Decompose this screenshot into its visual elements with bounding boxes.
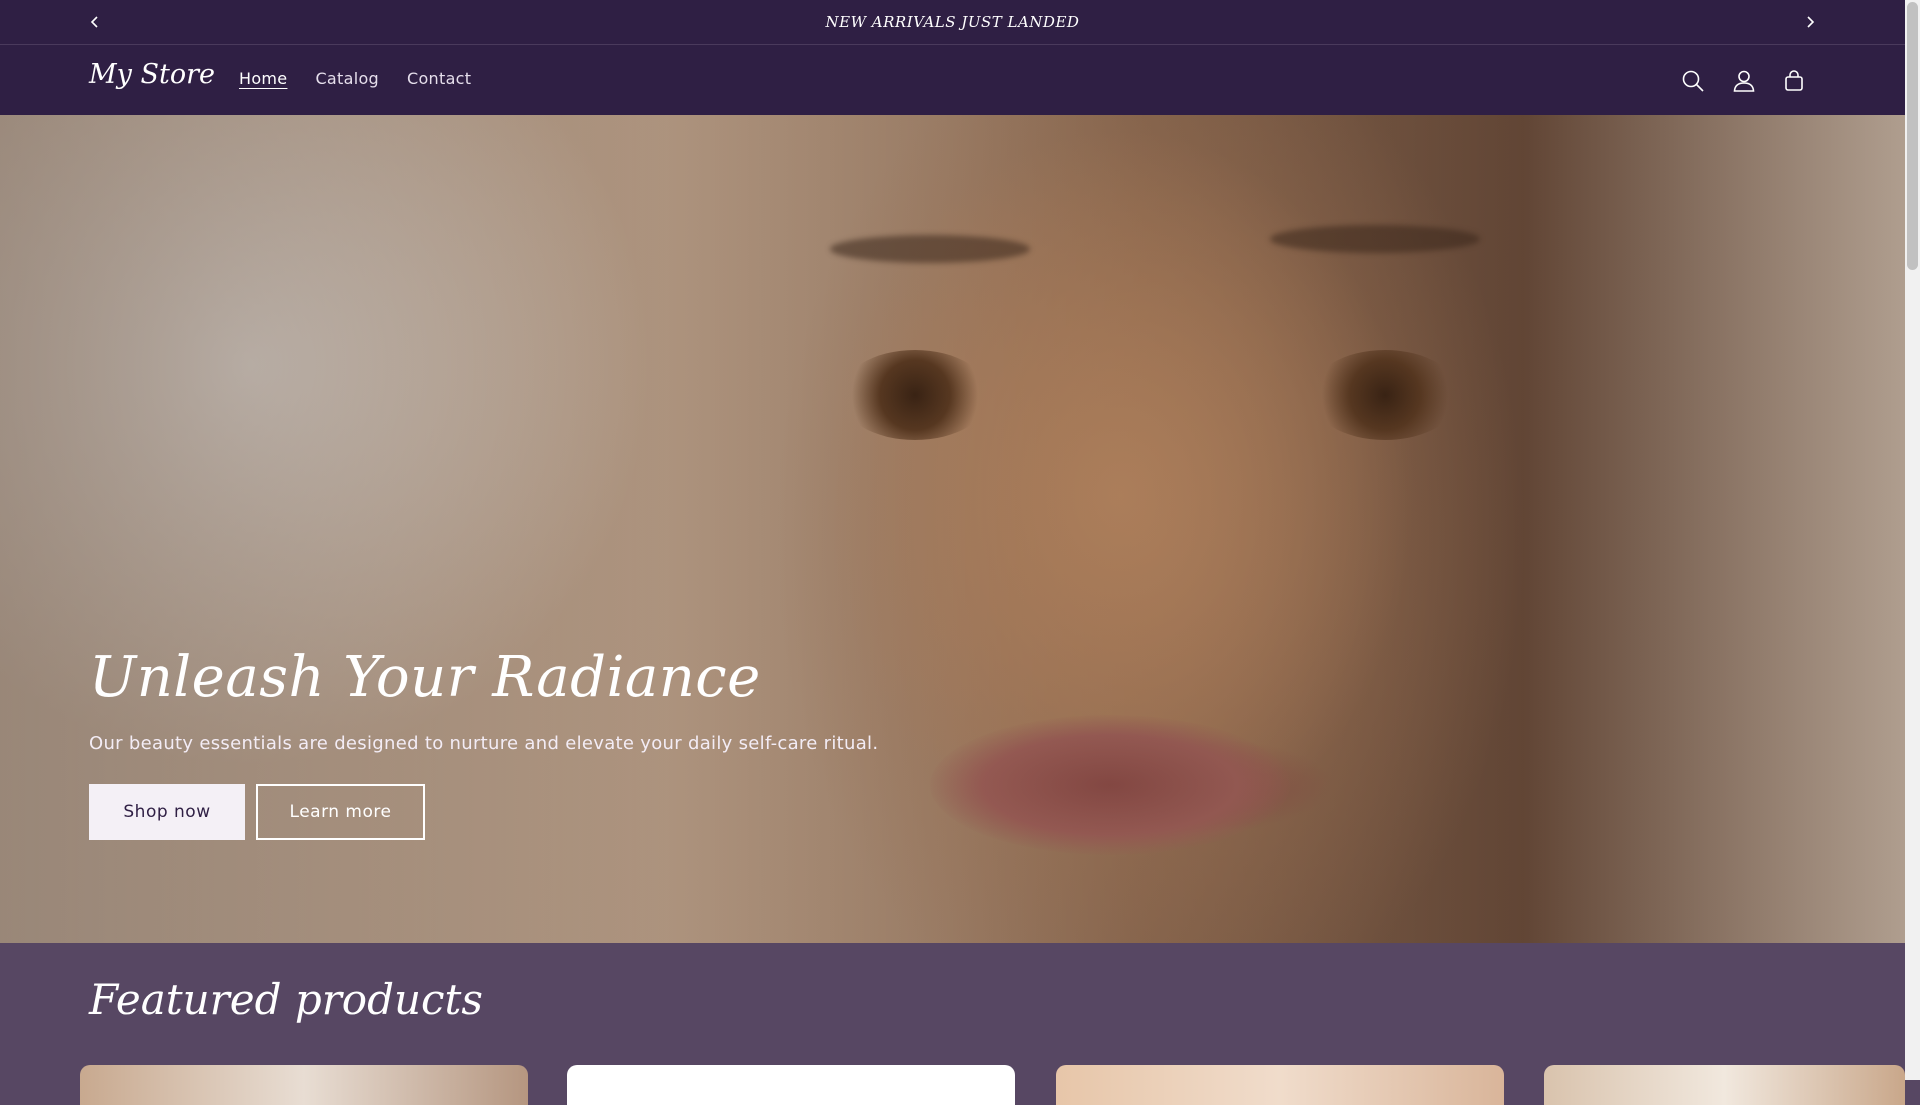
product-card[interactable]	[1056, 1065, 1504, 1105]
nav-catalog[interactable]: Catalog	[301, 69, 393, 88]
announcement-next-button[interactable]	[1798, 10, 1822, 34]
learn-more-button[interactable]: Learn more	[256, 784, 425, 840]
page-scrollbar[interactable]	[1905, 0, 1920, 1080]
nav-contact[interactable]: Contact	[393, 69, 485, 88]
chevron-left-icon	[90, 16, 98, 28]
chevron-right-icon	[1807, 16, 1815, 28]
shop-now-button[interactable]: Shop now	[89, 784, 245, 840]
product-card[interactable]	[1544, 1065, 1905, 1105]
cart-icon	[1785, 70, 1803, 91]
hero-title: Unleash Your Radiance	[89, 645, 761, 710]
product-card[interactable]	[567, 1065, 1015, 1105]
search-icon	[1682, 70, 1704, 92]
announcement-text: NEW ARRIVALS JUST LANDED	[825, 13, 1080, 31]
featured-products-title: Featured products	[89, 975, 483, 1024]
store-logo[interactable]: My Store	[89, 59, 215, 90]
search-button[interactable]	[1677, 65, 1709, 97]
scrollbar-thumb[interactable]	[1907, 2, 1918, 270]
announcement-prev-button[interactable]	[83, 10, 107, 34]
cart-button[interactable]	[1778, 65, 1810, 97]
account-button[interactable]	[1728, 65, 1760, 97]
hero-subtitle: Our beauty essentials are designed to nu…	[89, 733, 879, 754]
account-icon	[1733, 70, 1755, 92]
main-nav: Home Catalog Contact	[225, 69, 485, 88]
site-header: My Store Home Catalog Contact	[0, 45, 1905, 115]
announcement-bar: NEW ARRIVALS JUST LANDED	[0, 0, 1905, 45]
nav-home[interactable]: Home	[225, 69, 301, 88]
product-card[interactable]	[80, 1065, 528, 1105]
